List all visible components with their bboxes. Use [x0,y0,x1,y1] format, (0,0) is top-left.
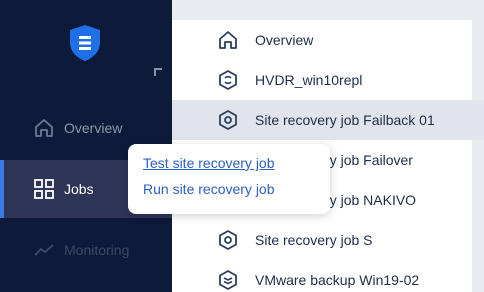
test-site-recovery-job-link[interactable]: Test site recovery job [143,155,275,171]
list-item-label: Site recovery job Failback 01 [255,112,435,128]
job-actions-popup: Test site recovery job Run site recovery… [128,144,330,214]
list-item-hvdr[interactable]: HVDR_win10repl [172,60,472,100]
list-item-vmware-backup[interactable]: VMware backup Win19-02 [172,260,472,292]
list-item-label: Overview [255,32,314,48]
shield-icon[interactable] [68,24,102,62]
list-item-label: HVDR_win10repl [255,72,363,88]
home-icon [35,119,53,137]
replication-icon [219,70,237,90]
backup-icon [219,270,237,290]
list-item-overview[interactable]: Overview [172,20,472,60]
run-site-recovery-job-link[interactable]: Run site recovery job [143,181,275,197]
home-icon [219,31,237,49]
list-item-label: VMware backup Win19-02 [255,272,420,288]
list-item-site-recovery-s[interactable]: Site recovery job S [172,220,472,260]
grid-icon [34,179,54,199]
sidebar-item-monitoring[interactable]: Monitoring [0,221,172,279]
collapse-sidebar-icon[interactable] [154,68,162,76]
chart-line-icon [34,244,54,256]
sidebar-item-label: Jobs [64,181,94,197]
sidebar-item-label: Overview [64,120,123,136]
sidebar-item-label: Monitoring [64,242,130,258]
gear-icon [219,110,237,130]
list-item-label: Site recovery job S [255,232,373,248]
gear-icon [219,230,237,250]
list-item-failback[interactable]: Site recovery job Failback 01 [172,100,484,140]
